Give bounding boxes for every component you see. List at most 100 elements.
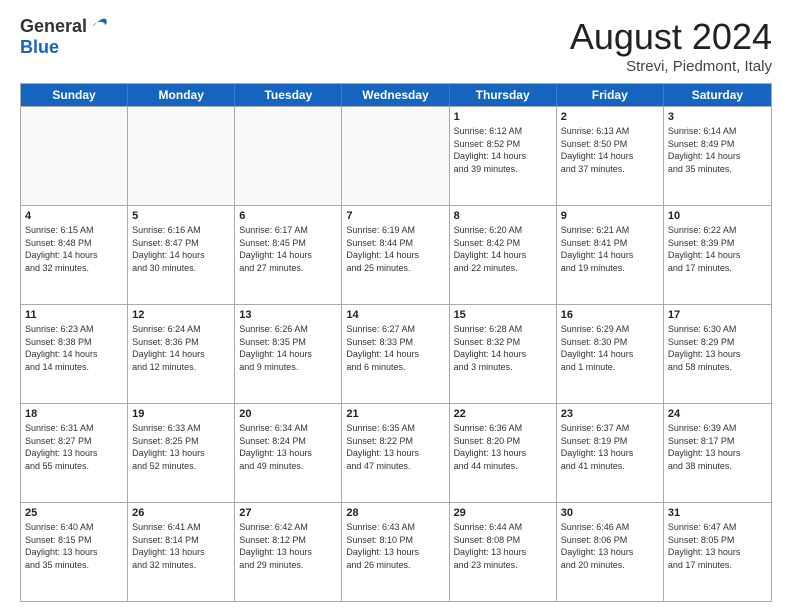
day-number: 16 bbox=[561, 308, 659, 323]
day-info: Sunrise: 6:26 AM Sunset: 8:35 PM Dayligh… bbox=[239, 324, 312, 372]
day-cell-11: 11Sunrise: 6:23 AM Sunset: 8:38 PM Dayli… bbox=[21, 305, 128, 403]
day-cell-8: 8Sunrise: 6:20 AM Sunset: 8:42 PM Daylig… bbox=[450, 206, 557, 304]
day-cell-31: 31Sunrise: 6:47 AM Sunset: 8:05 PM Dayli… bbox=[664, 503, 771, 601]
day-cell-18: 18Sunrise: 6:31 AM Sunset: 8:27 PM Dayli… bbox=[21, 404, 128, 502]
day-info: Sunrise: 6:13 AM Sunset: 8:50 PM Dayligh… bbox=[561, 126, 634, 174]
day-info: Sunrise: 6:34 AM Sunset: 8:24 PM Dayligh… bbox=[239, 423, 312, 471]
day-cell-12: 12Sunrise: 6:24 AM Sunset: 8:36 PM Dayli… bbox=[128, 305, 235, 403]
day-cell-14: 14Sunrise: 6:27 AM Sunset: 8:33 PM Dayli… bbox=[342, 305, 449, 403]
day-info: Sunrise: 6:17 AM Sunset: 8:45 PM Dayligh… bbox=[239, 225, 312, 273]
day-info: Sunrise: 6:23 AM Sunset: 8:38 PM Dayligh… bbox=[25, 324, 98, 372]
page: General Blue August 2024 Strevi, Piedmon… bbox=[0, 0, 792, 612]
day-cell-26: 26Sunrise: 6:41 AM Sunset: 8:14 PM Dayli… bbox=[128, 503, 235, 601]
day-number: 27 bbox=[239, 506, 337, 521]
day-cell-19: 19Sunrise: 6:33 AM Sunset: 8:25 PM Dayli… bbox=[128, 404, 235, 502]
day-cell-7: 7Sunrise: 6:19 AM Sunset: 8:44 PM Daylig… bbox=[342, 206, 449, 304]
day-cell-25: 25Sunrise: 6:40 AM Sunset: 8:15 PM Dayli… bbox=[21, 503, 128, 601]
day-number: 2 bbox=[561, 110, 659, 125]
header-day-sunday: Sunday bbox=[21, 84, 128, 106]
day-cell-15: 15Sunrise: 6:28 AM Sunset: 8:32 PM Dayli… bbox=[450, 305, 557, 403]
title-block: August 2024 Strevi, Piedmont, Italy bbox=[570, 16, 772, 75]
day-number: 8 bbox=[454, 209, 552, 224]
day-number: 20 bbox=[239, 407, 337, 422]
day-info: Sunrise: 6:41 AM Sunset: 8:14 PM Dayligh… bbox=[132, 522, 205, 570]
day-cell-24: 24Sunrise: 6:39 AM Sunset: 8:17 PM Dayli… bbox=[664, 404, 771, 502]
day-cell-16: 16Sunrise: 6:29 AM Sunset: 8:30 PM Dayli… bbox=[557, 305, 664, 403]
day-info: Sunrise: 6:40 AM Sunset: 8:15 PM Dayligh… bbox=[25, 522, 98, 570]
day-number: 23 bbox=[561, 407, 659, 422]
day-info: Sunrise: 6:27 AM Sunset: 8:33 PM Dayligh… bbox=[346, 324, 419, 372]
day-number: 26 bbox=[132, 506, 230, 521]
header-day-saturday: Saturday bbox=[664, 84, 771, 106]
day-info: Sunrise: 6:12 AM Sunset: 8:52 PM Dayligh… bbox=[454, 126, 527, 174]
header-day-thursday: Thursday bbox=[450, 84, 557, 106]
day-cell-13: 13Sunrise: 6:26 AM Sunset: 8:35 PM Dayli… bbox=[235, 305, 342, 403]
header-day-friday: Friday bbox=[557, 84, 664, 106]
day-info: Sunrise: 6:39 AM Sunset: 8:17 PM Dayligh… bbox=[668, 423, 741, 471]
day-number: 9 bbox=[561, 209, 659, 224]
calendar-body: 1Sunrise: 6:12 AM Sunset: 8:52 PM Daylig… bbox=[21, 106, 771, 601]
day-cell-23: 23Sunrise: 6:37 AM Sunset: 8:19 PM Dayli… bbox=[557, 404, 664, 502]
day-info: Sunrise: 6:28 AM Sunset: 8:32 PM Dayligh… bbox=[454, 324, 527, 372]
empty-cell bbox=[21, 107, 128, 205]
calendar-header: SundayMondayTuesdayWednesdayThursdayFrid… bbox=[21, 84, 771, 106]
day-info: Sunrise: 6:46 AM Sunset: 8:06 PM Dayligh… bbox=[561, 522, 634, 570]
day-number: 19 bbox=[132, 407, 230, 422]
day-number: 28 bbox=[346, 506, 444, 521]
day-number: 25 bbox=[25, 506, 123, 521]
day-number: 4 bbox=[25, 209, 123, 224]
day-number: 29 bbox=[454, 506, 552, 521]
day-info: Sunrise: 6:31 AM Sunset: 8:27 PM Dayligh… bbox=[25, 423, 98, 471]
day-number: 6 bbox=[239, 209, 337, 224]
day-info: Sunrise: 6:47 AM Sunset: 8:05 PM Dayligh… bbox=[668, 522, 741, 570]
header-day-monday: Monday bbox=[128, 84, 235, 106]
day-number: 5 bbox=[132, 209, 230, 224]
week-row-2: 11Sunrise: 6:23 AM Sunset: 8:38 PM Dayli… bbox=[21, 304, 771, 403]
day-number: 10 bbox=[668, 209, 767, 224]
day-info: Sunrise: 6:42 AM Sunset: 8:12 PM Dayligh… bbox=[239, 522, 312, 570]
day-info: Sunrise: 6:24 AM Sunset: 8:36 PM Dayligh… bbox=[132, 324, 205, 372]
day-cell-1: 1Sunrise: 6:12 AM Sunset: 8:52 PM Daylig… bbox=[450, 107, 557, 205]
day-info: Sunrise: 6:29 AM Sunset: 8:30 PM Dayligh… bbox=[561, 324, 634, 372]
day-cell-29: 29Sunrise: 6:44 AM Sunset: 8:08 PM Dayli… bbox=[450, 503, 557, 601]
day-number: 13 bbox=[239, 308, 337, 323]
day-number: 24 bbox=[668, 407, 767, 422]
day-info: Sunrise: 6:14 AM Sunset: 8:49 PM Dayligh… bbox=[668, 126, 741, 174]
header-day-wednesday: Wednesday bbox=[342, 84, 449, 106]
day-number: 21 bbox=[346, 407, 444, 422]
day-cell-27: 27Sunrise: 6:42 AM Sunset: 8:12 PM Dayli… bbox=[235, 503, 342, 601]
header: General Blue August 2024 Strevi, Piedmon… bbox=[20, 16, 772, 75]
week-row-3: 18Sunrise: 6:31 AM Sunset: 8:27 PM Dayli… bbox=[21, 403, 771, 502]
day-info: Sunrise: 6:37 AM Sunset: 8:19 PM Dayligh… bbox=[561, 423, 634, 471]
empty-cell bbox=[342, 107, 449, 205]
week-row-4: 25Sunrise: 6:40 AM Sunset: 8:15 PM Dayli… bbox=[21, 502, 771, 601]
day-info: Sunrise: 6:16 AM Sunset: 8:47 PM Dayligh… bbox=[132, 225, 205, 273]
day-number: 1 bbox=[454, 110, 552, 125]
day-number: 17 bbox=[668, 308, 767, 323]
day-cell-21: 21Sunrise: 6:35 AM Sunset: 8:22 PM Dayli… bbox=[342, 404, 449, 502]
logo-general-text: General bbox=[20, 16, 87, 37]
empty-cell bbox=[128, 107, 235, 205]
day-cell-22: 22Sunrise: 6:36 AM Sunset: 8:20 PM Dayli… bbox=[450, 404, 557, 502]
day-info: Sunrise: 6:20 AM Sunset: 8:42 PM Dayligh… bbox=[454, 225, 527, 273]
day-number: 18 bbox=[25, 407, 123, 422]
day-info: Sunrise: 6:35 AM Sunset: 8:22 PM Dayligh… bbox=[346, 423, 419, 471]
day-cell-30: 30Sunrise: 6:46 AM Sunset: 8:06 PM Dayli… bbox=[557, 503, 664, 601]
empty-cell bbox=[235, 107, 342, 205]
day-number: 22 bbox=[454, 407, 552, 422]
day-number: 11 bbox=[25, 308, 123, 323]
day-number: 30 bbox=[561, 506, 659, 521]
month-title: August 2024 bbox=[570, 16, 772, 58]
day-info: Sunrise: 6:21 AM Sunset: 8:41 PM Dayligh… bbox=[561, 225, 634, 273]
day-cell-9: 9Sunrise: 6:21 AM Sunset: 8:41 PM Daylig… bbox=[557, 206, 664, 304]
logo-bird-icon bbox=[89, 17, 109, 37]
day-info: Sunrise: 6:43 AM Sunset: 8:10 PM Dayligh… bbox=[346, 522, 419, 570]
day-number: 7 bbox=[346, 209, 444, 224]
day-cell-5: 5Sunrise: 6:16 AM Sunset: 8:47 PM Daylig… bbox=[128, 206, 235, 304]
day-cell-3: 3Sunrise: 6:14 AM Sunset: 8:49 PM Daylig… bbox=[664, 107, 771, 205]
day-info: Sunrise: 6:44 AM Sunset: 8:08 PM Dayligh… bbox=[454, 522, 527, 570]
day-info: Sunrise: 6:15 AM Sunset: 8:48 PM Dayligh… bbox=[25, 225, 98, 273]
day-cell-17: 17Sunrise: 6:30 AM Sunset: 8:29 PM Dayli… bbox=[664, 305, 771, 403]
header-day-tuesday: Tuesday bbox=[235, 84, 342, 106]
day-number: 12 bbox=[132, 308, 230, 323]
